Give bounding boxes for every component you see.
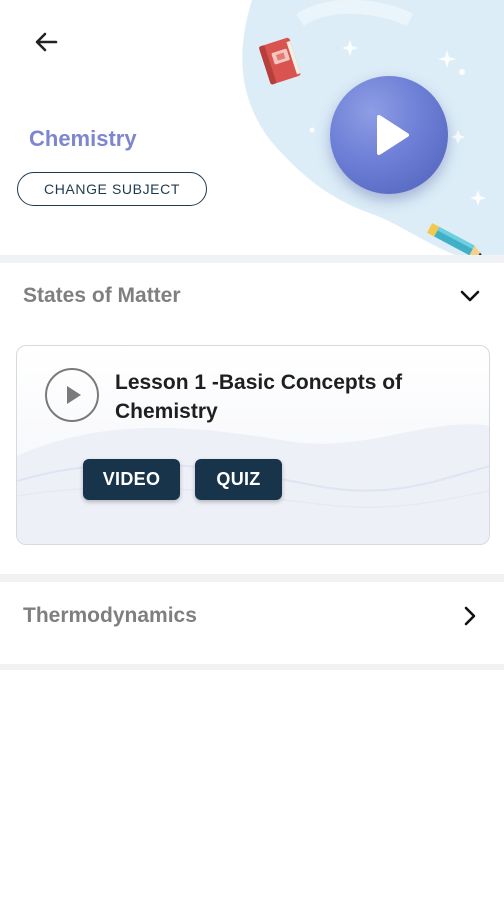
subject-title: Chemistry bbox=[29, 126, 137, 151]
section-divider bbox=[0, 664, 504, 670]
chevron-down-icon bbox=[460, 290, 480, 302]
lesson-play-button[interactable] bbox=[45, 368, 99, 422]
section-title: States of Matter bbox=[23, 284, 181, 307]
back-button[interactable] bbox=[26, 26, 66, 58]
pencil-icon bbox=[427, 223, 483, 255]
chevron-right-icon bbox=[464, 606, 476, 626]
quiz-button[interactable]: QUIZ bbox=[195, 459, 282, 500]
section-states-of-matter[interactable]: States of Matter bbox=[0, 265, 504, 327]
section-divider bbox=[0, 574, 504, 582]
book-icon bbox=[259, 37, 301, 85]
play-icon[interactable] bbox=[330, 76, 448, 194]
change-subject-button[interactable]: CHANGE SUBJECT bbox=[17, 172, 207, 206]
play-icon bbox=[67, 386, 81, 404]
arrow-left-icon bbox=[35, 32, 58, 52]
section-title: Thermodynamics bbox=[23, 604, 197, 627]
subject-header: Chemistry CHANGE SUBJECT bbox=[0, 0, 504, 255]
video-button[interactable]: VIDEO bbox=[83, 459, 180, 500]
lesson-card: Lesson 1 -Basic Concepts of Chemistry VI… bbox=[16, 345, 490, 545]
section-thermodynamics[interactable]: Thermodynamics bbox=[0, 585, 504, 647]
lesson-title[interactable]: Lesson 1 -Basic Concepts of Chemistry bbox=[115, 368, 455, 426]
section-divider bbox=[0, 255, 504, 263]
play-triangle-icon bbox=[377, 115, 409, 155]
